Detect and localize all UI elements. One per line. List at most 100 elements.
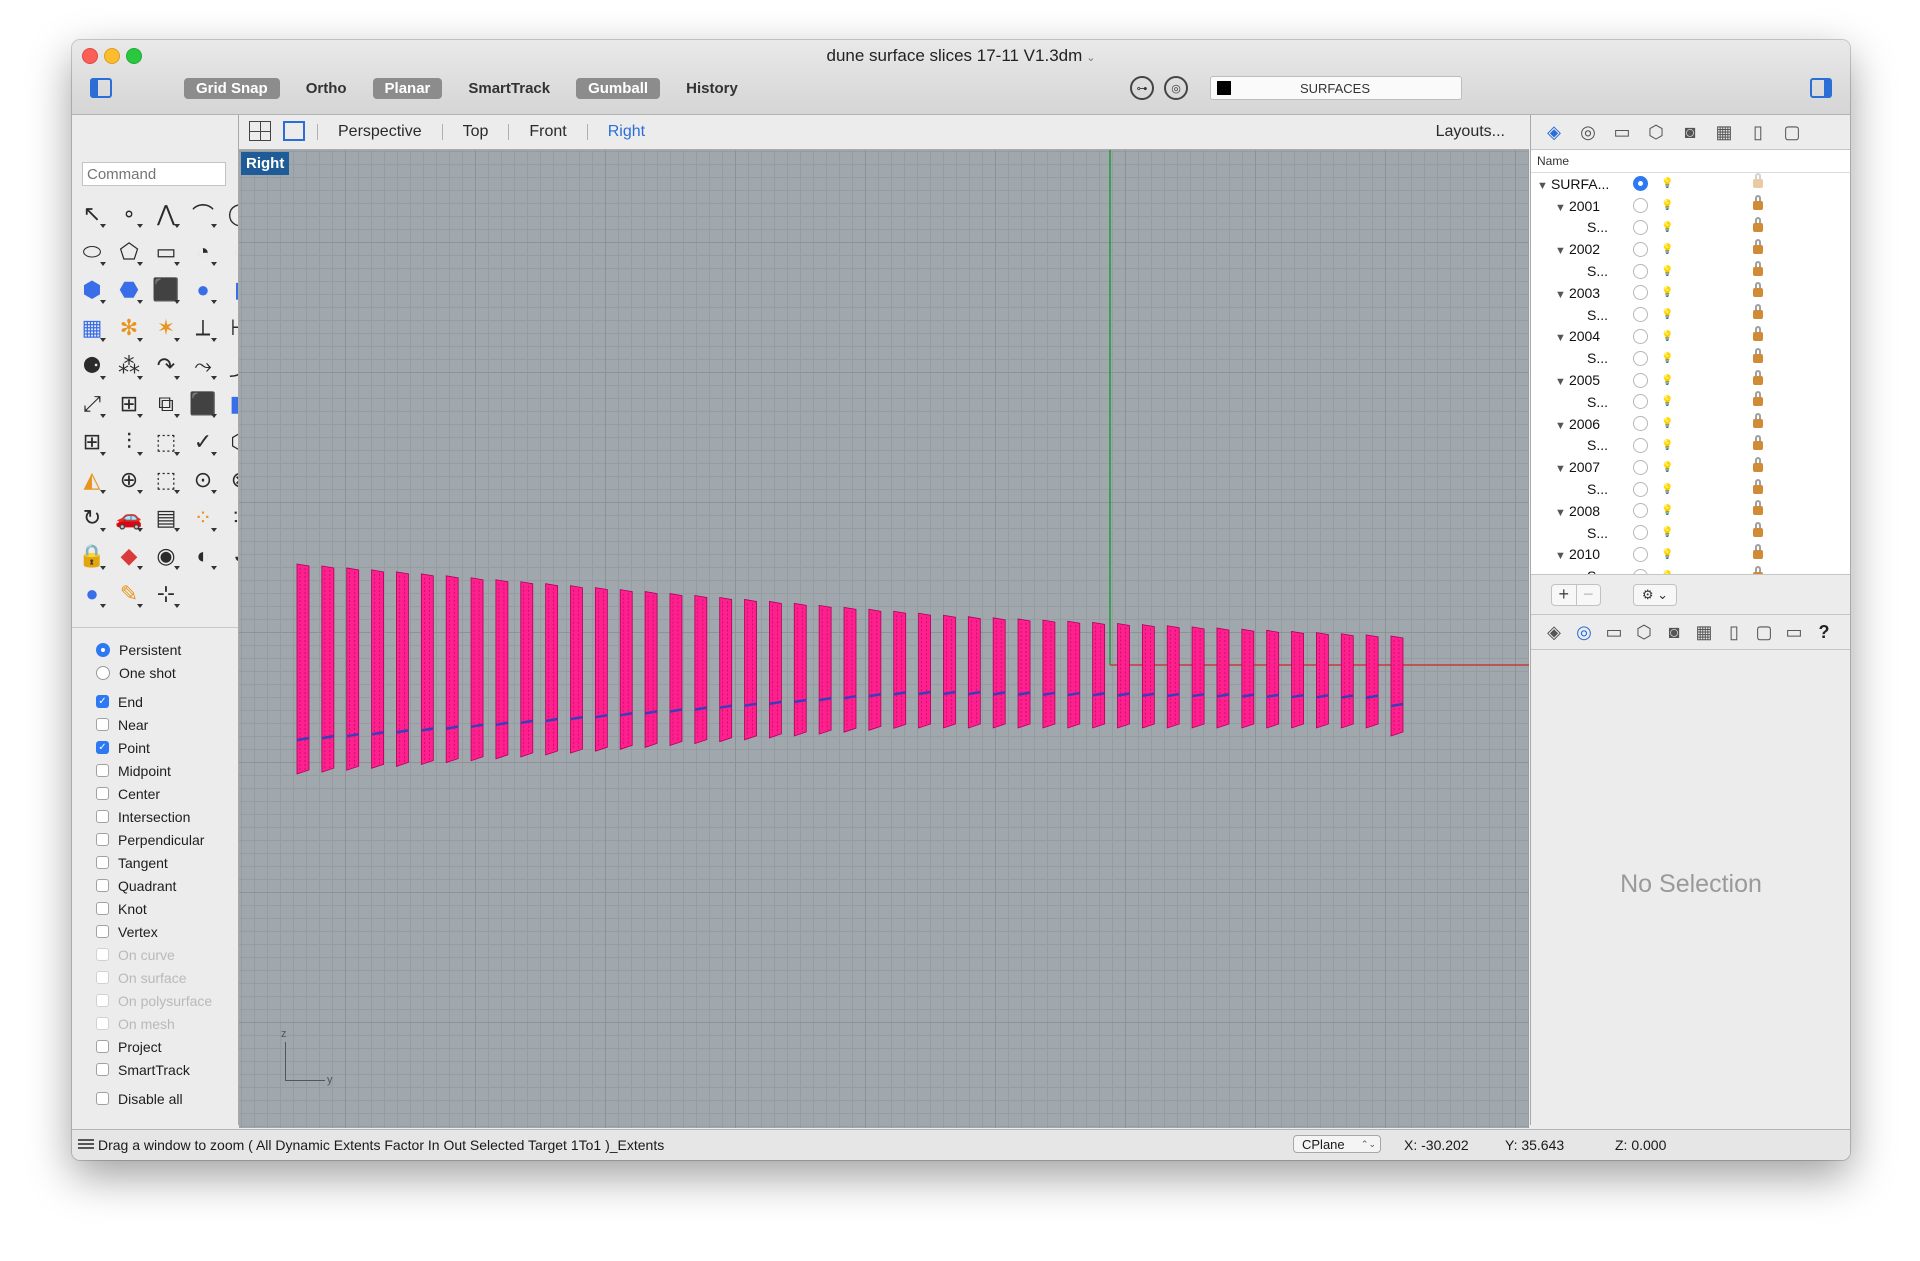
layer-row[interactable]: S...💡: [1531, 478, 1850, 500]
lightbulb-icon[interactable]: 💡: [1661, 266, 1673, 277]
osnap-checkbox[interactable]: [96, 856, 109, 869]
lightbulb-icon[interactable]: 💡: [1661, 375, 1673, 386]
layer-row[interactable]: S...💡: [1531, 434, 1850, 457]
current-layer-radio[interactable]: [1633, 437, 1648, 453]
osnap-mode-one-shot[interactable]: One shot: [96, 661, 212, 684]
disclosure-triangle-icon[interactable]: ▼: [1555, 332, 1569, 344]
viewport-label[interactable]: Right: [241, 152, 290, 175]
surface-slice[interactable]: [1166, 625, 1180, 729]
surface-slice[interactable]: [1216, 627, 1230, 729]
osnap-center[interactable]: Center: [96, 782, 212, 805]
dimension-icon[interactable]: ⊹: [150, 578, 182, 610]
osnap-checkbox[interactable]: [96, 833, 109, 846]
cplane-select[interactable]: CPlane: [1293, 1135, 1381, 1153]
disclosure-triangle-icon[interactable]: ▼: [1555, 376, 1569, 388]
layer-row[interactable]: S...💡: [1531, 260, 1850, 282]
surface-slice[interactable]: [520, 581, 534, 758]
osnap-mode-radio[interactable]: [96, 665, 110, 680]
padlock-icon[interactable]: [1753, 238, 1763, 254]
lightbulb-icon[interactable]: 💡: [1661, 244, 1673, 255]
scale-icon[interactable]: ⬚: [150, 426, 182, 458]
osnap-checkbox[interactable]: [96, 810, 109, 823]
lightbulb-icon[interactable]: 💡: [1661, 505, 1673, 516]
disclosure-triangle-icon[interactable]: ▼: [1555, 202, 1569, 214]
cylinder-icon[interactable]: ▮: [224, 274, 238, 306]
layer-row[interactable]: S...💡: [1531, 347, 1850, 369]
layer-row[interactable]: ▼ 2005 💡: [1531, 369, 1850, 391]
osnap-checkbox[interactable]: [96, 879, 109, 892]
monitor-icon[interactable]: ▭: [1783, 621, 1805, 643]
lightbulb-icon[interactable]: 💡: [1661, 527, 1673, 538]
mode-toggle-planar[interactable]: Planar: [372, 78, 443, 99]
ellipse-icon[interactable]: ⬭: [76, 236, 108, 268]
layers-name-header[interactable]: Name: [1531, 150, 1850, 173]
padlock-icon[interactable]: [1753, 456, 1763, 472]
surface-slice[interactable]: [1042, 619, 1056, 729]
toggle-left-sidebar-icon[interactable]: [90, 78, 112, 98]
osnap-mode-radio[interactable]: [96, 642, 110, 657]
document-title[interactable]: dune surface slices 17-11 V1.3dm ⌄: [72, 46, 1850, 66]
rotate-view-icon[interactable]: ↻: [76, 502, 108, 534]
display-icon[interactable]: ◎: [1573, 621, 1595, 643]
blend-icon[interactable]: ⤳: [187, 350, 219, 382]
zoom-icon[interactable]: ⊕: [113, 464, 145, 496]
surface-slice[interactable]: [594, 587, 608, 752]
four-viewports-icon[interactable]: [249, 121, 271, 141]
current-layer-radio[interactable]: [1633, 241, 1648, 257]
lightbulb-icon[interactable]: 💡: [1661, 200, 1673, 211]
sphere-icon[interactable]: ●: [187, 274, 219, 306]
surface-slice[interactable]: [868, 608, 882, 731]
command-history-icon[interactable]: [78, 1139, 94, 1149]
layer-row[interactable]: ▼ 2003 💡: [1531, 282, 1850, 304]
current-layer-radio[interactable]: [1633, 328, 1648, 344]
circle-icon[interactable]: ◯: [224, 198, 238, 230]
current-layer-radio[interactable]: [1633, 263, 1648, 279]
color-wheel-icon[interactable]: ◉: [150, 540, 182, 572]
surface-slice[interactable]: [843, 606, 857, 733]
osnap-checkbox[interactable]: [96, 925, 109, 938]
single-viewport-icon[interactable]: [283, 121, 305, 141]
explode-icon[interactable]: ✶: [150, 312, 182, 344]
render-sphere-icon[interactable]: ●: [76, 578, 108, 610]
surface-patch-icon[interactable]: ⬣: [113, 274, 145, 306]
gear-transform-icon[interactable]: ✻: [113, 312, 145, 344]
osnap-disable-all[interactable]: Disable all: [96, 1087, 212, 1110]
arc-icon[interactable]: ◔: [187, 236, 219, 268]
layer-row[interactable]: ▼ 2007 💡: [1531, 456, 1850, 478]
tab-front[interactable]: Front: [508, 124, 586, 140]
layer-row[interactable]: S...💡: [1531, 216, 1850, 239]
checkmark-icon[interactable]: ✓: [187, 426, 219, 458]
padlock-icon[interactable]: [1753, 543, 1763, 559]
display-icon[interactable]: ◎: [1577, 121, 1599, 143]
padlock-icon[interactable]: [1753, 325, 1763, 341]
layer-row[interactable]: ▼ 2001 💡: [1531, 195, 1850, 217]
osnap-vertex[interactable]: Vertex: [96, 920, 212, 943]
surface-slice[interactable]: [918, 612, 931, 729]
cage-icon[interactable]: ⬡: [224, 426, 238, 458]
points-on-icon[interactable]: ⁘: [187, 502, 219, 534]
surface-slice[interactable]: [619, 589, 633, 750]
surface-slice[interactable]: [1266, 629, 1280, 729]
surface-slice[interactable]: [1067, 620, 1081, 729]
surface-slice[interactable]: [470, 577, 484, 762]
layer-options-button[interactable]: ⚙ ⌄: [1633, 584, 1677, 606]
transform-icon[interactable]: ⧉: [150, 388, 182, 420]
surface-slice[interactable]: [1191, 626, 1205, 729]
render-grid-icon[interactable]: ▦: [1693, 621, 1715, 643]
zoom-window-icon[interactable]: ⬚: [150, 464, 182, 496]
zoom-alt-icon[interactable]: ⊗: [224, 464, 238, 496]
layer-row[interactable]: S...💡: [1531, 565, 1850, 574]
fillet-icon[interactable]: ↷: [150, 350, 182, 382]
osnap-intersection[interactable]: Intersection: [96, 805, 212, 828]
tab-right[interactable]: Right: [586, 124, 665, 140]
padlock-icon[interactable]: [1753, 282, 1763, 298]
osnap-midpoint[interactable]: Midpoint: [96, 759, 212, 782]
surface-slice[interactable]: [992, 617, 1006, 729]
lock-icon[interactable]: 🔒: [76, 540, 108, 572]
environment-icon[interactable]: ◐: [187, 540, 219, 572]
disclosure-triangle-icon[interactable]: ▼: [1555, 245, 1569, 257]
lightbulb-icon[interactable]: 💡: [1661, 178, 1673, 189]
surface-slice[interactable]: [719, 597, 733, 743]
lightbulb-icon[interactable]: 💡: [1661, 222, 1673, 233]
surface-slice[interactable]: [644, 591, 658, 748]
